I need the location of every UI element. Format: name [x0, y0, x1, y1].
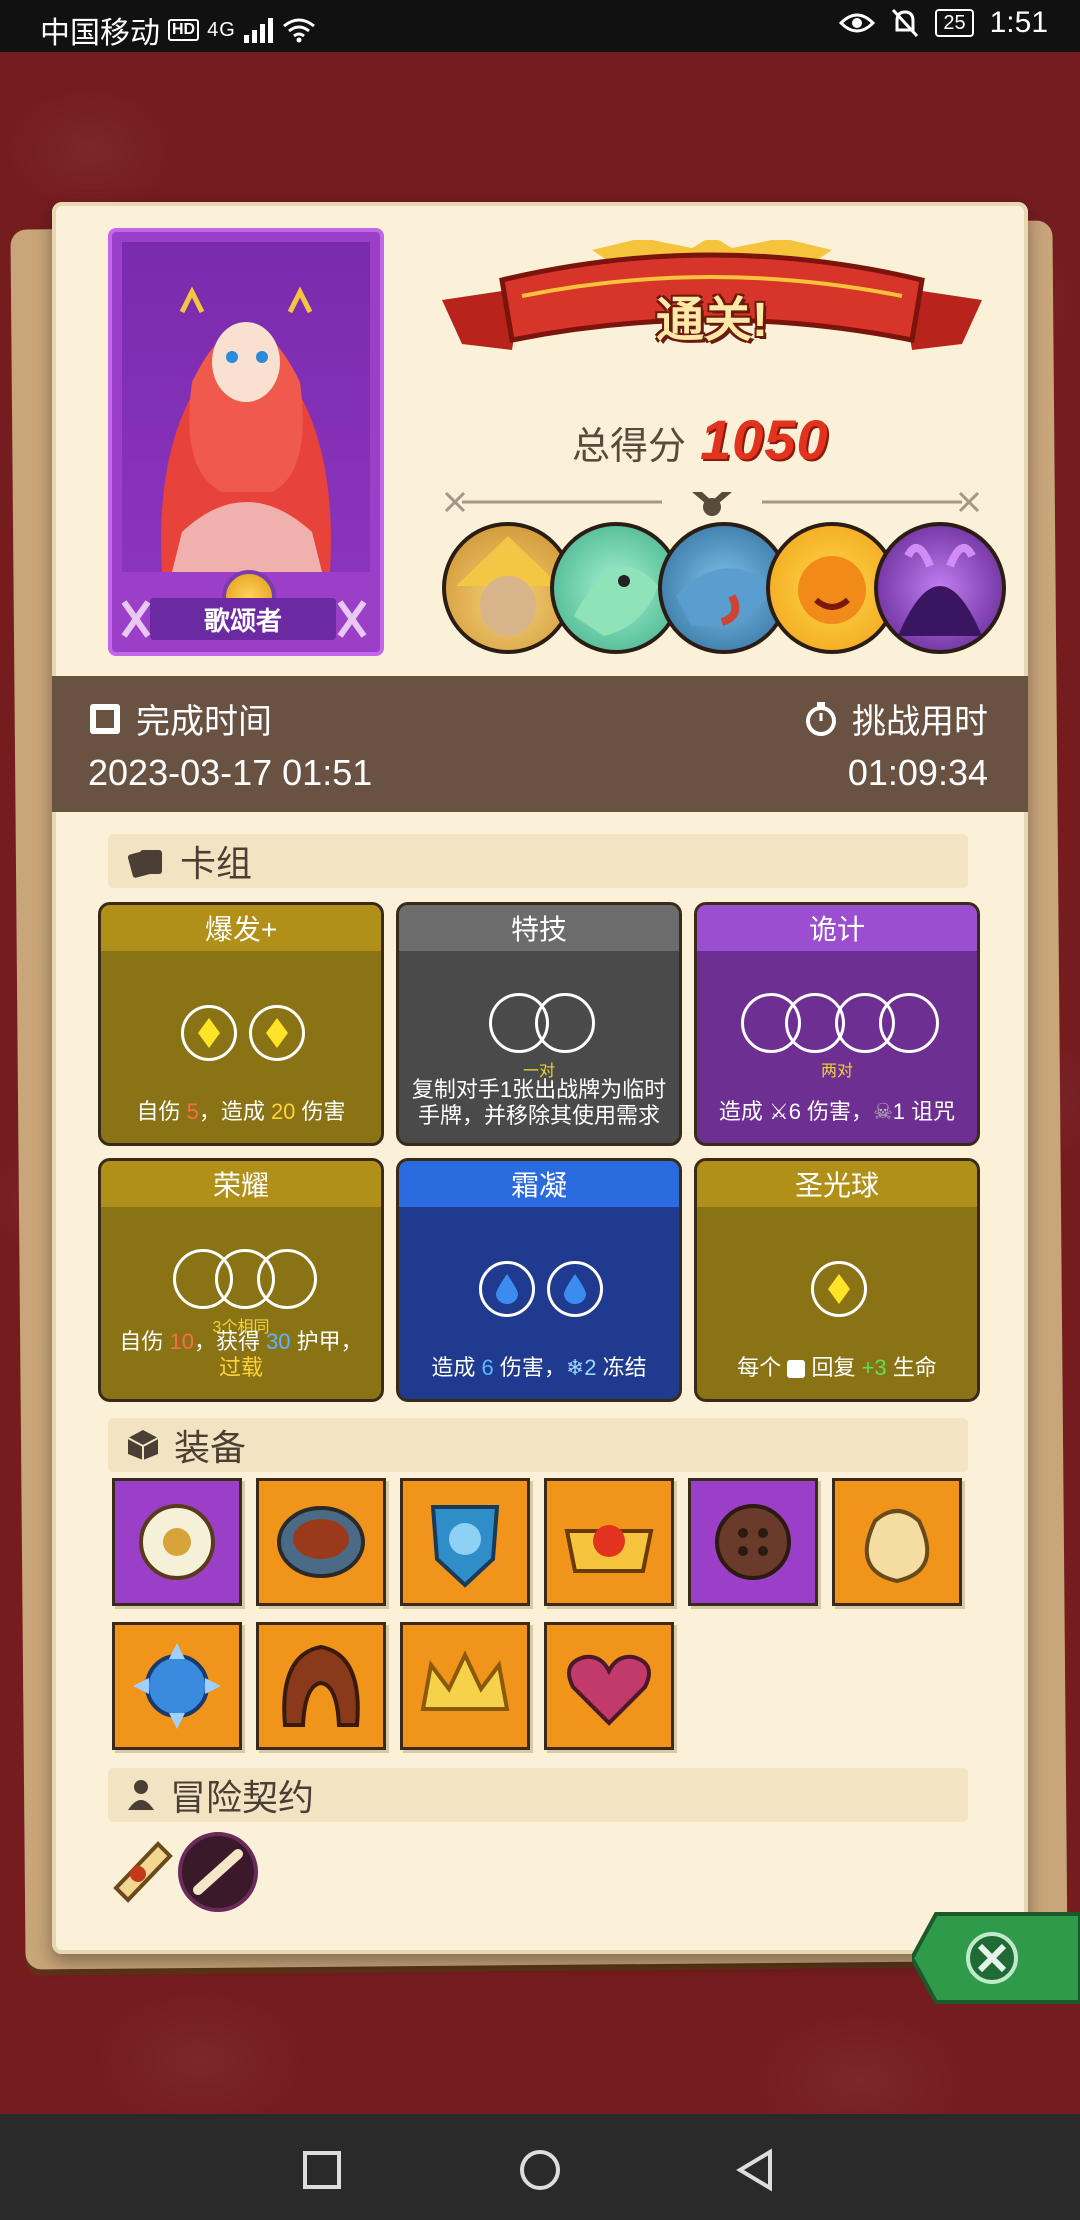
banner-title: 通关! — [656, 294, 768, 347]
finish-time-value: 2023-03-17 01:51 — [88, 752, 373, 793]
cube-icon — [127, 1430, 159, 1460]
score-label: 总得分 — [572, 426, 687, 468]
bronze-ring-relic-icon[interactable] — [256, 1478, 386, 1606]
person-icon — [128, 1780, 154, 1810]
bone-contract-icon[interactable] — [176, 1830, 260, 1914]
eye-icon — [839, 13, 876, 33]
equipment-section-header: 装备 — [108, 1418, 968, 1472]
clock: 1:51 — [989, 6, 1048, 39]
score-row: 总得分 1050 — [572, 407, 829, 472]
time-band: 完成时间 2023-03-17 01:51 挑战用时 01:09:34 — [52, 676, 1028, 812]
victory-banner: 通关! — [442, 236, 982, 370]
crown-relic-icon[interactable] — [400, 1622, 530, 1750]
defeated-bosses — [442, 522, 1006, 654]
skill-title: 霜凝 — [399, 1161, 679, 1207]
hero-portrait — [122, 242, 370, 572]
pumpkin-shield-relic-icon[interactable] — [400, 1478, 530, 1606]
recent-apps-icon[interactable] — [302, 2150, 342, 2190]
button-relic-icon[interactable] — [688, 1478, 818, 1606]
water-drop-icon — [479, 1261, 535, 1317]
skill-card-glory[interactable]: 荣耀 3个相同 自伤 10，获得 30 护甲，过载 — [98, 1158, 384, 1402]
dice-slot-icon — [535, 993, 595, 1053]
home-icon[interactable] — [518, 2148, 562, 2192]
skill-description: 复制对手1张出战牌为临时手牌，并移除其使用需求 — [411, 1077, 667, 1128]
yellow-gem-icon — [249, 1005, 305, 1061]
hero-illustration — [161, 286, 331, 572]
skill-title: 爆发+ — [101, 905, 381, 951]
leather-hood-relic-icon[interactable] — [256, 1622, 386, 1750]
battery-indicator: 25 — [935, 9, 974, 37]
golden-crown-relic-icon[interactable] — [544, 1478, 674, 1606]
cards-icon — [127, 850, 162, 878]
skill-card-burst[interactable]: 爆发+ 自伤 5，造成 20 伤害 — [98, 902, 384, 1146]
carrier-label: 中国移动 — [40, 17, 160, 50]
skill-description: 造成 6 伤害，❄2 冻结 — [431, 1355, 647, 1380]
deck-section-header: 卡组 — [108, 834, 968, 888]
skill-card-frost[interactable]: 霜凝 造成 6 伤害，❄2 冻结 — [396, 1158, 682, 1402]
skill-card-trick[interactable]: 诡计 两对 造成 ⚔6 伤害，☠1 诅咒 — [694, 902, 980, 1146]
scroll-contract-icon[interactable] — [102, 1830, 182, 1910]
hero-card[interactable]: 歌颂者 — [108, 228, 384, 656]
close-button[interactable] — [912, 1910, 1080, 2006]
skill-card-holy-orb[interactable]: 圣光球 每个 回复 +3 生命 — [694, 1158, 980, 1402]
purple-demon-boss-icon[interactable] — [874, 522, 1006, 654]
signal-icon — [243, 18, 273, 43]
water-drop-icon — [547, 1261, 603, 1317]
result-panel: 歌颂者 通关! 总得分 1050 完成时间 2023-03-17 01:51 挑… — [52, 202, 1028, 1954]
challenge-time-value: 01:09:34 — [847, 752, 988, 793]
back-icon[interactable] — [736, 2148, 776, 2192]
skill-card-stunt[interactable]: 特技 一对 复制对手1张出战牌为临时手牌，并移除其使用需求 — [396, 902, 682, 1146]
snowflake-icon: ❄ — [565, 1355, 585, 1380]
coin-bag-relic-icon[interactable] — [832, 1478, 962, 1606]
mute-bell-icon — [892, 8, 919, 38]
network-label: 4G — [207, 18, 236, 41]
skill-description: 每个 回复 +3 生命 — [737, 1355, 937, 1380]
stopwatch-icon — [806, 701, 836, 736]
status-bar: 中国移动 HD 4G 25 1:51 — [0, 0, 1080, 52]
skill-requirement: 两对 — [820, 1063, 853, 1080]
sword-icon: ⚔ — [768, 1099, 789, 1124]
finish-time-label: 完成时间 — [88, 694, 272, 743]
hd-badge: HD — [168, 19, 200, 41]
bone-ornament-icon — [121, 600, 151, 638]
spiked-blue-relic-icon[interactable] — [112, 1622, 242, 1750]
skill-description: 自伤 5，造成 20 伤害 — [136, 1099, 346, 1124]
contract-section-header: 冒险契约 — [108, 1768, 968, 1822]
skull-icon: ☠ — [873, 1099, 893, 1124]
dice-slot-icon — [257, 1249, 317, 1309]
score-value: 1050 — [700, 408, 829, 471]
android-nav-bar — [0, 2114, 1080, 2220]
hero-name: 歌颂者 — [150, 598, 336, 640]
dice-icon — [787, 1360, 806, 1379]
skill-title: 荣耀 — [101, 1161, 381, 1207]
skill-title: 特技 — [399, 905, 679, 951]
yellow-gem-icon — [811, 1261, 867, 1317]
dice-slot-icon — [879, 993, 939, 1053]
yellow-gem-icon — [181, 1005, 237, 1061]
skill-description: 造成 ⚔6 伤害，☠1 诅咒 — [718, 1099, 956, 1124]
ornament-divider — [444, 491, 980, 516]
wifi-icon — [282, 18, 315, 43]
cursed-heart-relic-icon[interactable] — [544, 1622, 674, 1750]
skill-description: 自伤 10，获得 30 护甲，过载 — [119, 1329, 363, 1380]
eye-shield-relic-icon[interactable] — [112, 1478, 242, 1606]
skill-title: 圣光球 — [697, 1161, 977, 1207]
skill-title: 诡计 — [697, 905, 977, 951]
bone-ornament-icon — [337, 600, 367, 638]
challenge-time-label: 挑战用时 — [804, 694, 988, 743]
film-icon — [90, 703, 120, 734]
